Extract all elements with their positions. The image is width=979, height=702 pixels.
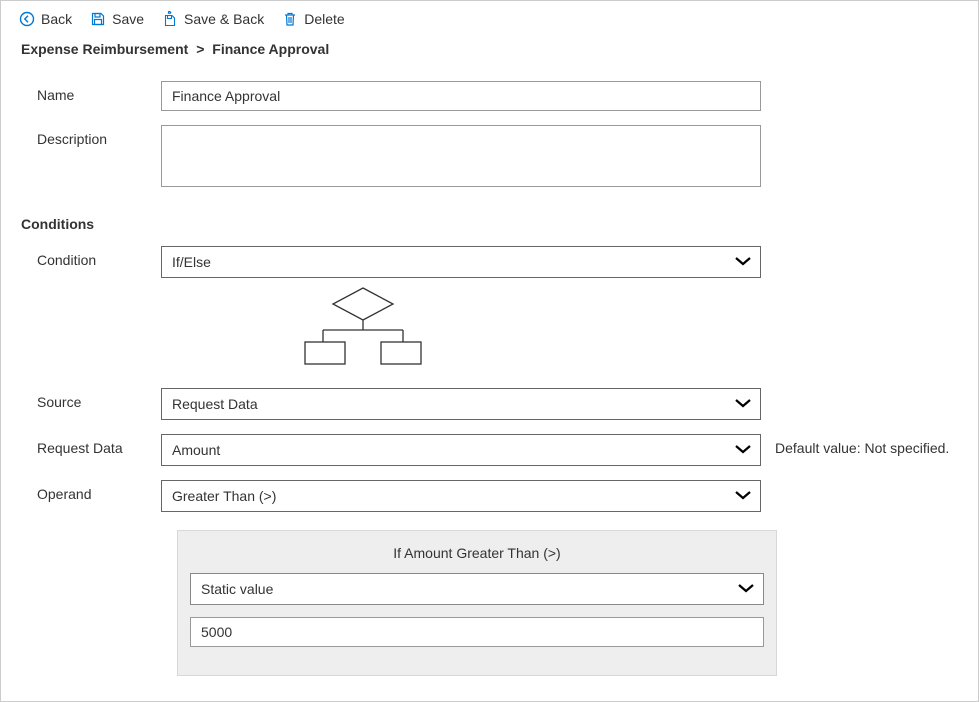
source-label: Source [21, 388, 161, 410]
condition-select[interactable]: If/Else [161, 246, 761, 278]
save-back-label: Save & Back [184, 11, 264, 27]
chevron-down-icon [734, 395, 752, 413]
save-and-back-button[interactable]: Save & Back [162, 11, 264, 27]
chevron-down-icon [734, 487, 752, 505]
source-value: Request Data [172, 396, 258, 412]
condition-value: If/Else [172, 254, 211, 270]
operand-value: Greater Than (>) [172, 488, 276, 504]
back-button[interactable]: Back [19, 11, 72, 27]
save-button[interactable]: Save [90, 11, 144, 27]
row-description: Description [21, 125, 958, 190]
row-source: Source Request Data [21, 388, 958, 420]
breadcrumb: Expense Reimbursement > Finance Approval [1, 37, 978, 61]
description-label: Description [21, 125, 161, 147]
condition-diagram [177, 286, 417, 374]
row-request-data: Request Data Amount Default value: Not s… [21, 434, 958, 466]
toolbar: Back Save Save & Back [1, 1, 978, 37]
request-data-hint: Default value: Not specified. [761, 434, 949, 456]
description-input[interactable] [161, 125, 761, 187]
row-name: Name [21, 81, 958, 111]
save-back-icon [162, 11, 178, 27]
form-area: Name Description Conditions Condition If… [1, 61, 978, 696]
condition-diagram-wrap [21, 286, 958, 374]
save-icon [90, 11, 106, 27]
row-condition: Condition If/Else [21, 246, 958, 278]
value-type-select[interactable]: Static value [190, 573, 764, 605]
value-type: Static value [201, 581, 273, 597]
breadcrumb-separator: > [196, 41, 204, 57]
condition-panel-title: If Amount Greater Than (>) [190, 541, 764, 573]
static-value-input[interactable] [190, 617, 764, 647]
delete-label: Delete [304, 11, 344, 27]
breadcrumb-parent[interactable]: Expense Reimbursement [21, 41, 188, 57]
name-input[interactable] [161, 81, 761, 111]
source-select[interactable]: Request Data [161, 388, 761, 420]
chevron-down-icon [734, 253, 752, 271]
back-arrow-icon [19, 11, 35, 27]
save-label: Save [112, 11, 144, 27]
conditions-heading: Conditions [21, 216, 958, 232]
condition-value-panel: If Amount Greater Than (>) Static value [177, 530, 777, 676]
name-label: Name [21, 81, 161, 103]
delete-button[interactable]: Delete [282, 11, 344, 27]
trash-icon [282, 11, 298, 27]
row-operand: Operand Greater Than (>) [21, 480, 958, 512]
chevron-down-icon [737, 580, 755, 598]
request-data-select[interactable]: Amount [161, 434, 761, 466]
operand-label: Operand [21, 480, 161, 502]
request-data-label: Request Data [21, 434, 161, 456]
request-data-value: Amount [172, 442, 220, 458]
operand-select[interactable]: Greater Than (>) [161, 480, 761, 512]
back-label: Back [41, 11, 72, 27]
breadcrumb-current: Finance Approval [212, 41, 329, 57]
condition-label: Condition [21, 246, 161, 268]
chevron-down-icon [734, 441, 752, 459]
